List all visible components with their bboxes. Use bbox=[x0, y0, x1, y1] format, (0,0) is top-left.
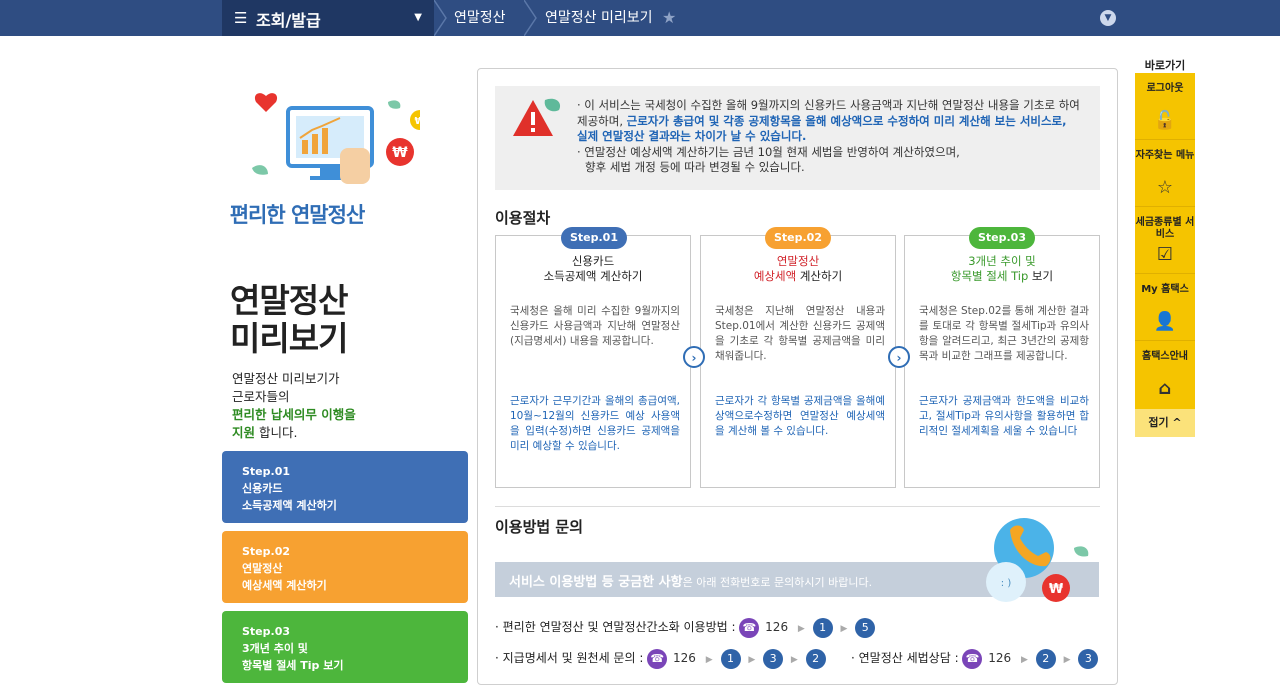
step-pill-2: Step.02 bbox=[765, 227, 831, 249]
step-pill-3: Step.03 bbox=[969, 227, 1035, 249]
quick-menu-collapse-button[interactable]: 접기 ^ bbox=[1135, 409, 1195, 437]
notice-box: · 이 서비스는 국세청이 수집한 올해 9월까지의 신용카드 사용금액과 지난… bbox=[495, 86, 1100, 190]
svg-text:₩: ₩ bbox=[392, 145, 408, 161]
contact-line-3: · 연말정산 세법상담 : ☎ 126 ▶ 2 ▶ 3 bbox=[851, 647, 1099, 669]
warning-icon bbox=[513, 98, 561, 136]
quick-hometax-guide[interactable]: 홈택스안내 ⌂ bbox=[1135, 341, 1195, 407]
next-arrow-icon: › bbox=[888, 346, 910, 368]
page-description: 연말정산 미리보기가 근로자들의 편리한 납세의무 이행을 지원 합니다. bbox=[232, 371, 356, 440]
quick-favorites[interactable]: 자주찾는 메뉴 ☆ bbox=[1135, 140, 1195, 207]
quick-menu-title: 바로가기 bbox=[1144, 59, 1186, 72]
breadcrumb-separator bbox=[524, 0, 537, 36]
page-title: 연말정산 미리보기 bbox=[230, 281, 348, 358]
quick-menu: 로그아웃 🔓 자주찾는 메뉴 ☆ 세금종류별 서비스 ☑ My 홈택스 👤 홈택… bbox=[1135, 73, 1195, 409]
breadcrumb-separator bbox=[434, 0, 447, 36]
next-arrow-icon: › bbox=[683, 346, 705, 368]
step-pill-1: Step.01 bbox=[561, 227, 627, 249]
hero-illustration: ₩ ₩ bbox=[252, 93, 420, 184]
expand-down-icon[interactable]: ▼ bbox=[1100, 10, 1116, 26]
checkbox-icon: ☑ bbox=[1156, 244, 1174, 265]
contact-line-1: · 편리한 연말정산 및 연말정산간소화 이용방법 : ☎ 126 ▶ 1 ▶ … bbox=[495, 616, 876, 638]
star-icon: ☆ bbox=[1156, 177, 1174, 198]
breadcrumb-item-1[interactable]: 연말정산 bbox=[454, 0, 506, 36]
user-icon: 👤 bbox=[1153, 311, 1177, 332]
menu-dropdown[interactable]: ☰ 조회/발급 ▼ bbox=[222, 0, 434, 36]
breadcrumb-item-2[interactable]: 연말정산 미리보기 bbox=[545, 0, 653, 36]
step-03-button[interactable]: Step.03 3개년 추이 및 항목별 절세 Tip 보기 bbox=[222, 611, 468, 683]
quick-logout[interactable]: 로그아웃 🔓 bbox=[1135, 73, 1195, 140]
hamburger-icon: ☰ bbox=[234, 9, 248, 27]
inquiry-title: 이용방법 문의 bbox=[495, 518, 584, 536]
svg-text:: ): : ) bbox=[1001, 578, 1012, 589]
house-icon: ⌂ bbox=[1158, 378, 1172, 399]
section-divider bbox=[495, 506, 1100, 507]
procedure-card-2: 연말정산 예상세액 계산하기 국세청은 지난해 연말정산 내용과 Step.01… bbox=[700, 235, 896, 488]
procedure-card-3: 3개년 추이 및 항목별 절세 Tip 보기 국세청은 Step.02를 통해 … bbox=[904, 235, 1100, 488]
quick-my-hometax[interactable]: My 홈택스 👤 bbox=[1135, 274, 1195, 341]
phone-icon: ☎ bbox=[647, 648, 668, 669]
hero-title: 편리한 연말정산 bbox=[229, 203, 366, 227]
procedure-title: 이용절차 bbox=[495, 209, 551, 227]
favorite-star-icon[interactable]: ★ bbox=[662, 8, 676, 27]
procedure-card-1: 신용카드 소득공제액 계산하기 국세청은 올해 미리 수집한 9월까지의 신용카… bbox=[495, 235, 691, 488]
phone-icon: ☎ bbox=[962, 648, 983, 669]
svg-text:₩: ₩ bbox=[414, 116, 420, 127]
phone-icon: ☎ bbox=[739, 617, 760, 638]
chevron-down-icon: ▼ bbox=[414, 12, 422, 23]
quick-tax-services[interactable]: 세금종류별 서비스 ☑ bbox=[1135, 207, 1195, 274]
menu-title: 조회/발급 bbox=[256, 11, 321, 30]
top-nav-bar: ☰ 조회/발급 ▼ 연말정산 연말정산 미리보기 ★ ▼ bbox=[0, 0, 1280, 36]
step-01-button[interactable]: Step.01 신용카드 소득공제액 계산하기 bbox=[222, 451, 468, 523]
call-center-illustration: : ) ₩ bbox=[986, 518, 1089, 602]
svg-text:₩: ₩ bbox=[1049, 582, 1064, 597]
unlock-icon: 🔓 bbox=[1153, 110, 1177, 131]
contact-line-2: · 지급명세서 및 원천세 문의 : ☎ 126 ▶ 1 ▶ 3 ▶ 2 bbox=[495, 647, 826, 669]
step-02-button[interactable]: Step.02 연말정산 예상세액 계산하기 bbox=[222, 531, 468, 603]
